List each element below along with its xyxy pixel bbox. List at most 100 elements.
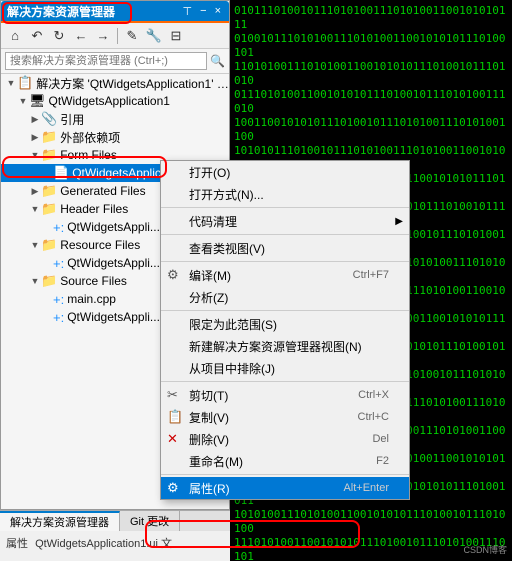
expand-source-item-btn (41, 311, 53, 323)
tree-row-external-deps[interactable]: ▶ 📁 外部依赖项 (1, 128, 229, 146)
generated-files-label: Generated Files (60, 184, 145, 198)
expand-resource-files-btn[interactable]: ▼ (29, 239, 41, 251)
project-item[interactable]: ▼ 🖥 QtWidgetsApplication1 (1, 92, 229, 110)
menu-code-cleanup-arrow: ▶ (395, 216, 403, 227)
source-item-label: QtWidgetsAppli... (67, 310, 160, 324)
tree-row-references[interactable]: ▶ 📎 引用 (1, 110, 229, 128)
menu-sep-6 (161, 474, 409, 475)
copy-shortcut: Ctrl+C (338, 411, 389, 423)
copy-icon: 📋 (167, 409, 183, 425)
menu-new-view-label: 新建解决方案资源管理器视图(N) (189, 338, 362, 355)
menu-code-cleanup-label: 代码清理 (189, 213, 237, 230)
toolbar: ⌂ ↶ ↻ ← → ✎ 🔧 ⊟ (1, 23, 229, 49)
settings-btn[interactable]: 🔧 (144, 26, 164, 46)
header-item-label: QtWidgetsAppli... (67, 220, 160, 234)
menu-cut-label: 剪切(T) (189, 387, 228, 404)
external-deps-label: 外部依赖项 (60, 129, 120, 146)
expand-form-files-btn[interactable]: ▼ (29, 149, 41, 161)
resource-item-icon: +: (53, 256, 64, 271)
menu-item-analyze[interactable]: 分析(Z) (161, 286, 409, 308)
menu-sep-5 (161, 381, 409, 382)
toolbar-sep1 (117, 28, 118, 44)
header-files-label: Header Files (60, 202, 128, 216)
menu-item-compile[interactable]: ⚙ 编译(M) Ctrl+F7 (161, 264, 409, 286)
resource-files-label: Resource Files (60, 238, 140, 252)
form-files-label: Form Files (60, 148, 117, 162)
search-icon: 🔍 (210, 54, 225, 68)
pin-icon[interactable]: ⊤ (181, 5, 195, 18)
file-suffix: 文 (161, 538, 172, 550)
expand-external-btn[interactable]: ▶ (29, 131, 41, 143)
menu-sep-3 (161, 261, 409, 262)
expand-header-files-btn[interactable]: ▼ (29, 203, 41, 215)
next-btn[interactable]: → (93, 26, 113, 46)
menu-delete-label: 删除(V) (189, 431, 229, 448)
tab-strip: 解决方案资源管理器 Git 更改 (0, 511, 230, 531)
source-item-icon: +: (53, 310, 64, 325)
solution-label: 解决方案 'QtWidgetsApplication1' (1 个项目，共 1 … (36, 75, 229, 92)
menu-compile-label: 编译(M) (189, 267, 231, 284)
main-cpp-label: main.cpp (67, 292, 116, 306)
references-icon: 📎 (41, 111, 57, 127)
menu-properties-label: 属性(R) (189, 480, 230, 497)
solution-icon: 📋 (17, 75, 33, 91)
edit-btn[interactable]: ✎ (122, 26, 142, 46)
menu-item-copy[interactable]: 📋 复制(V) Ctrl+C (161, 406, 409, 428)
expand-header-item-btn (41, 221, 53, 233)
resource-item-label: QtWidgetsAppli... (67, 256, 160, 270)
rename-shortcut: F2 (356, 455, 389, 467)
tab-solution-label: 解决方案资源管理器 (10, 514, 109, 530)
menu-item-delete[interactable]: ✕ 删除(V) Del (161, 428, 409, 450)
search-input[interactable] (5, 52, 207, 70)
project-label: QtWidgetsApplication1 (49, 94, 170, 108)
menu-item-rename[interactable]: 重命名(M) F2 (161, 450, 409, 472)
generated-files-icon: 📁 (41, 183, 57, 199)
menu-sep-4 (161, 310, 409, 311)
panel-title: 解决方案资源管理器 (7, 3, 115, 20)
menu-item-properties[interactable]: ⚙ 属性(R) Alt+Enter (161, 477, 409, 499)
header-files-icon: 📁 (41, 201, 57, 217)
menu-rename-label: 重命名(M) (189, 453, 243, 470)
delete-shortcut: Del (352, 433, 389, 445)
refresh-btn[interactable]: ↻ (49, 26, 69, 46)
properties-label: 属性 (6, 538, 28, 550)
menu-exclude-label: 从项目中排除(J) (189, 360, 275, 377)
menu-copy-label: 复制(V) (189, 409, 229, 426)
cut-shortcut: Ctrl+X (338, 389, 389, 401)
expand-resource-item-btn (41, 257, 53, 269)
menu-item-new-view[interactable]: 新建解决方案资源管理器视图(N) (161, 335, 409, 357)
close-icon[interactable]: × (213, 5, 223, 17)
delete-icon: ✕ (167, 431, 178, 447)
expand-project-btn[interactable]: ▼ (17, 95, 29, 107)
menu-view-class-label: 查看类视图(V) (189, 240, 265, 257)
tab-git-label: Git 更改 (130, 513, 169, 529)
file-label: QtWidgetsApplication1.ui (35, 538, 158, 550)
menu-item-open-with[interactable]: 打开方式(N)... (161, 183, 409, 205)
compile-shortcut: Ctrl+F7 (333, 269, 389, 281)
menu-analyze-label: 分析(Z) (189, 289, 228, 306)
search-bar: 🔍 (1, 49, 229, 74)
file-info-label: QtWidgetsApplication1.ui 文 (35, 538, 172, 550)
menu-item-exclude[interactable]: 从项目中排除(J) (161, 357, 409, 379)
tab-solution-explorer[interactable]: 解决方案资源管理器 (0, 511, 120, 531)
compile-icon: ⚙ (167, 267, 179, 283)
expand-generated-btn[interactable]: ▶ (29, 185, 41, 197)
menu-item-scope[interactable]: 限定为此范围(S) (161, 313, 409, 335)
solution-root-item[interactable]: ▼ 📋 解决方案 'QtWidgetsApplication1' (1 个项目，… (1, 74, 229, 92)
menu-scope-label: 限定为此范围(S) (189, 316, 277, 333)
menu-item-code-cleanup[interactable]: 代码清理 ▶ (161, 210, 409, 232)
project-icon: 🖥 (29, 93, 46, 109)
menu-item-open[interactable]: 打开(O) (161, 161, 409, 183)
collapse-btn[interactable]: ⊟ (166, 26, 186, 46)
home-btn[interactable]: ⌂ (5, 26, 25, 46)
prev-btn[interactable]: ← (71, 26, 91, 46)
menu-item-cut[interactable]: ✂ 剪切(T) Ctrl+X (161, 384, 409, 406)
menu-item-view-class[interactable]: 查看类视图(V) (161, 237, 409, 259)
expand-source-files-btn[interactable]: ▼ (29, 275, 41, 287)
expand-references-btn[interactable]: ▶ (29, 113, 41, 125)
watermark: CSDN博客 (463, 543, 507, 556)
tab-git-changes[interactable]: Git 更改 (120, 511, 180, 531)
expand-solution-btn[interactable]: ▼ (5, 77, 17, 89)
back-btn[interactable]: ↶ (27, 26, 47, 46)
minimize-icon[interactable]: − (198, 5, 208, 17)
